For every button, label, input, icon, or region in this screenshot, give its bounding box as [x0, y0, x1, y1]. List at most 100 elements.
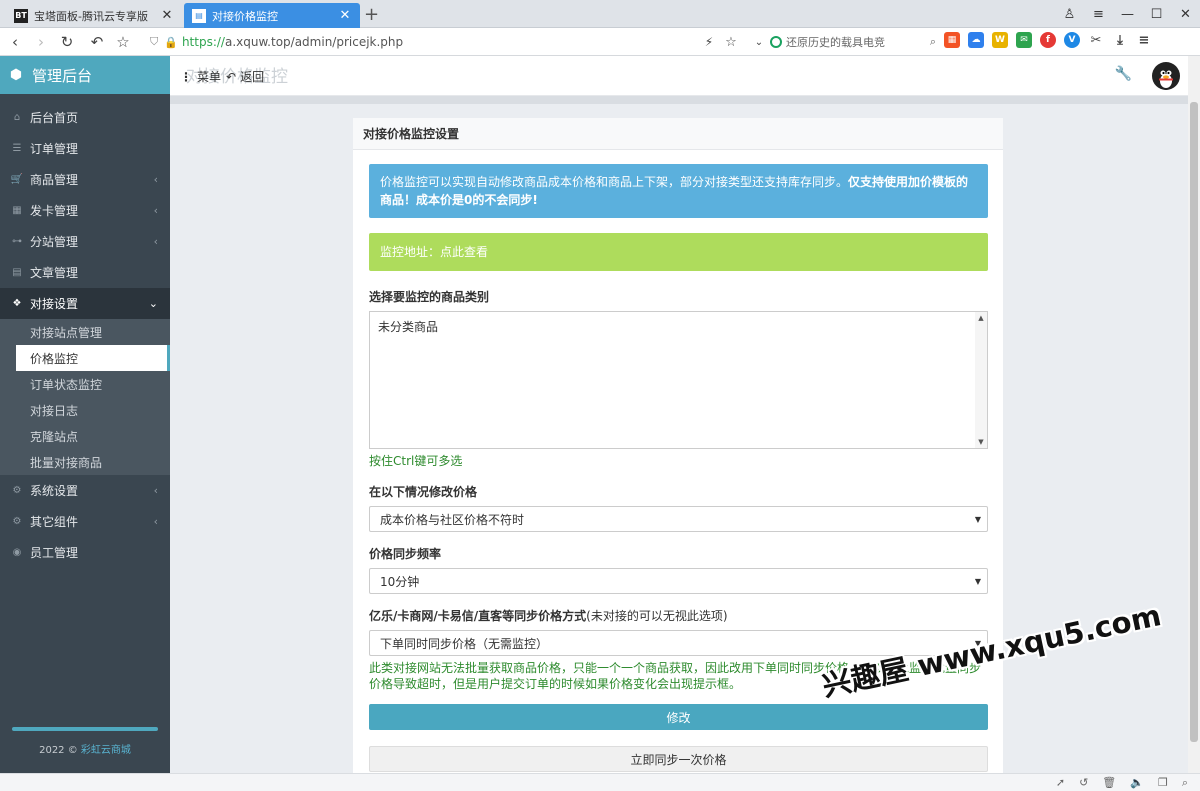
- trash-icon[interactable]: 🗑: [1102, 776, 1116, 789]
- search-box[interactable]: 还原历史的载具电竞 ⌕: [770, 31, 940, 53]
- new-tab-icon[interactable]: +: [364, 4, 379, 25]
- frequency-label: 价格同步频率: [369, 547, 442, 561]
- sidebar-subitem-3[interactable]: 对接日志: [0, 397, 170, 423]
- window-controls: ♙ ≡ — ☐ ✕: [1055, 0, 1200, 28]
- book-icon: ▤: [12, 267, 22, 278]
- volume-icon[interactable]: 🔈: [1130, 776, 1144, 789]
- sidebar-item-main-1[interactable]: ☰ 订单管理: [0, 133, 170, 164]
- cloud-icon[interactable]: ☁: [968, 32, 984, 48]
- scissors-icon[interactable]: ✂: [1088, 32, 1104, 48]
- sidebar-item-main-6[interactable]: ❖ 对接设置 ⌄: [0, 288, 170, 319]
- windows-icon[interactable]: ▦: [944, 32, 960, 48]
- back-icon[interactable]: ‹: [2, 28, 28, 56]
- menu-button[interactable]: ⋮ 菜单: [180, 68, 221, 85]
- listbox-scrollbar[interactable]: ▲ ▼: [975, 312, 987, 448]
- frequency-select[interactable]: 10分钟 ▼: [369, 568, 988, 594]
- sidebar-item-extra-1[interactable]: ⚙ 其它组件 ‹: [0, 506, 170, 537]
- monitor-url-alert[interactable]: 监控地址：点此查看: [369, 233, 988, 271]
- shield-icon: ⛉: [150, 35, 159, 48]
- search-icon[interactable]: ⌕: [930, 35, 936, 49]
- menu-label: 菜单: [197, 70, 222, 84]
- extension-bar: ▦ ☁ W ✉ f V ✂ ⤓ ≡: [944, 32, 1152, 48]
- sidebar-menu: ⌂ 后台首页 ☰ 订单管理 🛒 商品管理 ‹ ▦ 发卡管理 ‹ ⊶ 分站管理 ‹ ▤ 文章管理 ❖ 对接设置 ⌄ 对…: [0, 102, 170, 568]
- sidebar-progress-bar: [12, 727, 158, 731]
- undo-icon[interactable]: ↶: [84, 28, 110, 56]
- brand-title: 管理后台: [32, 66, 93, 85]
- scroll-down-icon[interactable]: ▼: [975, 438, 987, 446]
- zoom-icon[interactable]: ⌕: [1182, 776, 1188, 790]
- maximize-icon[interactable]: ☐: [1142, 0, 1171, 28]
- sidebar-item-main-2[interactable]: 🛒 商品管理 ‹: [0, 164, 170, 195]
- footer-link[interactable]: 彩虹云商城: [81, 745, 131, 756]
- info-alert: 价格监控可以实现自动修改商品成本价格和商品上下架，部分对接类型还支持库存同步。仅…: [369, 164, 988, 218]
- close-tab-icon[interactable]: ✕: [160, 8, 174, 23]
- document-icon: ▤: [192, 8, 206, 23]
- sidebar-brand[interactable]: ⬢ 管理后台: [0, 56, 170, 94]
- chat-icon[interactable]: ✉: [1016, 32, 1032, 48]
- close-window-icon[interactable]: ✕: [1171, 0, 1200, 28]
- sidebar-item-extra-0[interactable]: ⚙ 系统设置 ‹: [0, 475, 170, 506]
- reply-icon: ↶: [226, 69, 237, 84]
- sidebar-subitem-2[interactable]: 订单状态监控: [0, 371, 170, 397]
- copyright-year: 2022 ©: [39, 745, 81, 756]
- sync-method-note: (未对接的可以无视此选项): [586, 609, 728, 623]
- frequency-value: 10分钟: [380, 574, 420, 589]
- favorite-icon[interactable]: ☆: [718, 28, 744, 56]
- sidebar-item-main-5[interactable]: ▤ 文章管理: [0, 257, 170, 288]
- sidebar-item-label: 文章管理: [30, 266, 79, 280]
- reload-icon[interactable]: ↻: [54, 28, 80, 56]
- sidebar-subitem-4[interactable]: 克隆站点: [0, 423, 170, 449]
- wrench-icon[interactable]: 🔧: [1115, 66, 1132, 82]
- window-icon[interactable]: ❐: [1158, 776, 1168, 789]
- download-icon[interactable]: ⤓: [1112, 32, 1128, 48]
- sidebar-item-label: 商品管理: [30, 173, 79, 187]
- browser-menu-icon[interactable]: ≡: [1136, 32, 1152, 48]
- sitemap-icon: ⊶: [12, 236, 22, 247]
- history-icon[interactable]: ↺: [1079, 776, 1088, 789]
- caret-down-icon: ▼: [974, 576, 981, 586]
- sidebar-item-label: 系统设置: [30, 484, 79, 498]
- chevron-left-icon: ‹: [153, 204, 158, 217]
- list-icon: ☰: [12, 143, 22, 154]
- category-multiselect[interactable]: 未分类商品 ▲ ▼: [369, 311, 988, 449]
- sidebar-subitem-5[interactable]: 批量对接商品: [0, 449, 170, 475]
- back-button[interactable]: ↶ 返回: [226, 68, 264, 85]
- v-icon[interactable]: V: [1064, 32, 1080, 48]
- cube-icon: ⬢: [9, 67, 23, 83]
- browser-tab-baota[interactable]: BT 宝塔面板-腾讯云专享版 ✕: [6, 3, 182, 28]
- submit-button[interactable]: 修改: [369, 704, 988, 730]
- sidebar-item-main-0[interactable]: ⌂ 后台首页: [0, 102, 170, 133]
- sidebar-item-extra-2[interactable]: ◉ 员工管理: [0, 537, 170, 568]
- rocket-icon[interactable]: ➚: [1056, 776, 1065, 789]
- w-icon[interactable]: W: [992, 32, 1008, 48]
- monitor-url-text[interactable]: 监控地址：点此查看: [380, 243, 488, 261]
- sidebar-subitem-1[interactable]: 价格监控: [16, 345, 170, 371]
- scroll-up-icon[interactable]: ▲: [975, 314, 987, 322]
- category-help: 按住Ctrl键可多选: [369, 454, 463, 468]
- sidebar-item-main-4[interactable]: ⊶ 分站管理 ‹: [0, 226, 170, 257]
- back-label: 返回: [240, 70, 265, 84]
- page-scrollbar-thumb[interactable]: [1190, 102, 1198, 742]
- f-icon[interactable]: f: [1040, 32, 1056, 48]
- skin-icon[interactable]: ♙: [1055, 0, 1084, 28]
- category-option[interactable]: 未分类商品: [378, 318, 979, 335]
- sidebar-item-main-3[interactable]: ▦ 发卡管理 ‹: [0, 195, 170, 226]
- chevron-down-icon[interactable]: ⌄: [746, 28, 772, 56]
- browser-tab-active[interactable]: ▤ 对接价格监控 ✕: [184, 3, 360, 28]
- bookmark-star-icon[interactable]: ☆: [110, 28, 136, 56]
- forward-icon[interactable]: ›: [28, 28, 54, 56]
- page-scrollbar[interactable]: [1188, 56, 1200, 773]
- sync-now-button[interactable]: 立即同步一次价格: [369, 746, 988, 772]
- cart-icon: 🛒: [10, 174, 24, 185]
- avatar[interactable]: [1152, 62, 1180, 90]
- condition-select[interactable]: 成本价格与社区价格不符时 ▼: [369, 506, 988, 532]
- vertical-dots-icon: ⋮: [180, 69, 192, 84]
- copyright: 2022 © 彩虹云商城: [0, 741, 170, 756]
- sidebar-subitem-0[interactable]: 对接站点管理: [0, 319, 170, 345]
- sidebar-item-label: 对接设置: [30, 297, 79, 311]
- minimize-icon[interactable]: —: [1113, 0, 1142, 28]
- sync-method-label-bold: 亿乐/卡商网/卡易信/直客等同步价格方式: [369, 609, 587, 623]
- menu-icon[interactable]: ≡: [1084, 0, 1113, 28]
- close-tab-icon[interactable]: ✕: [338, 8, 352, 23]
- url-field[interactable]: ⛉ 🔒 https:// a.xquw.top/admin/pricejk.ph…: [150, 31, 690, 53]
